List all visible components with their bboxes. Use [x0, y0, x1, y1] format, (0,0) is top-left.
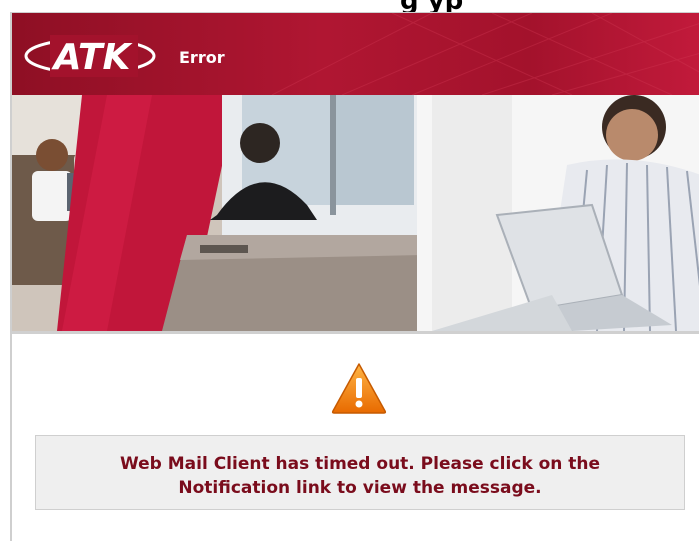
timeout-message-box: Web Mail Client has timed out. Please cl… — [35, 435, 685, 510]
cropped-page-heading: g yp — [0, 0, 699, 12]
hero-image — [12, 95, 699, 331]
hero-banner — [12, 95, 699, 331]
logo-text: ATK — [51, 37, 134, 78]
message-line-1: Web Mail Client has timed out. Please cl… — [119, 454, 601, 474]
header-bar: ATK Error — [12, 13, 699, 95]
error-window: ATK Error Web Mail Client has timed out.… — [10, 12, 699, 541]
warning-icon — [331, 363, 387, 414]
banner-divider — [12, 331, 699, 334]
atk-logo: ATK — [24, 35, 156, 78]
page-title: Error — [179, 48, 225, 67]
message-line-2: Notification link to view the message. — [178, 478, 542, 498]
timeout-message: Web Mail Client has timed out. Please cl… — [36, 452, 684, 500]
cropped-heading-text: g yp — [400, 0, 463, 12]
